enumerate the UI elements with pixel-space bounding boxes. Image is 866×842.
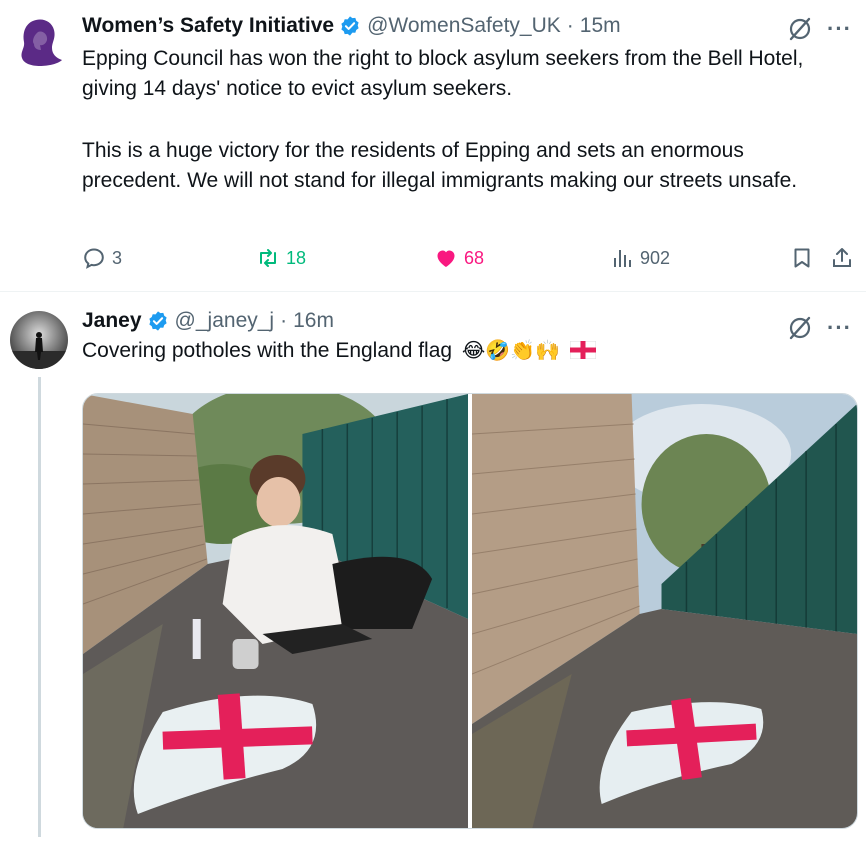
- tweet-janey[interactable]: Janey @_janey_j · 16m ··· Covering potho…: [0, 293, 866, 842]
- bookmark-icon: [794, 248, 810, 268]
- profile-photo-silhouette-icon: [10, 311, 68, 369]
- tweet-text: Covering potholes with the England flag …: [82, 335, 842, 366]
- views-count: 902: [640, 247, 671, 268]
- retweet-count: 18: [286, 247, 307, 268]
- heart-icon: [437, 250, 455, 267]
- handle[interactable]: @WomenSafety_UK: [367, 14, 561, 38]
- views-button[interactable]: 902: [610, 246, 670, 270]
- profile-woman-silhouette-icon: [12, 12, 70, 70]
- timestamp[interactable]: 16m: [293, 309, 334, 333]
- england-flag-icon: [569, 340, 597, 360]
- verified-badge-icon: [148, 311, 167, 331]
- tweet-text-paragraph-2: This is a huge victory for the residents…: [82, 139, 798, 192]
- thread-line: [38, 377, 41, 837]
- retweet-icon: [260, 249, 276, 267]
- alley-photo-1-image: [83, 394, 468, 828]
- action-bar: 3 18 68 902: [82, 246, 862, 274]
- alley-photo-2-image: [472, 394, 857, 828]
- like-count: 68: [464, 247, 485, 268]
- retweet-button[interactable]: 18: [256, 246, 306, 270]
- tweet-header: Women’s Safety Initiative @WomenSafety_U…: [82, 14, 621, 38]
- tweet-header: Janey @_janey_j · 16m: [82, 309, 334, 333]
- more-options-icon[interactable]: ···: [827, 18, 852, 40]
- display-name[interactable]: Janey: [82, 309, 142, 333]
- display-name[interactable]: Women’s Safety Initiative: [82, 14, 334, 38]
- avatar[interactable]: [10, 311, 68, 369]
- tweet-tools: ···: [787, 16, 852, 42]
- grok-icon[interactable]: [787, 16, 813, 42]
- bookmark-button[interactable]: [790, 246, 814, 270]
- separator-dot: ·: [566, 14, 574, 37]
- reply-icon: [84, 248, 104, 269]
- media-grid: [82, 393, 858, 829]
- photo-alley-flag[interactable]: [472, 394, 857, 828]
- tweet-text-content: Covering potholes with the England flag: [82, 339, 453, 362]
- photo-person-painting-flag[interactable]: [83, 394, 468, 828]
- reply-count: 3: [112, 247, 123, 268]
- handle[interactable]: @_janey_j: [175, 309, 275, 333]
- tweet-text-paragraph-1: Epping Council has won the right to bloc…: [82, 47, 804, 100]
- share-icon: [833, 248, 851, 267]
- avatar[interactable]: [12, 12, 70, 70]
- separator-dot: ·: [280, 309, 288, 332]
- reply-button[interactable]: 3: [82, 246, 122, 270]
- tweet-womens-safety[interactable]: Women’s Safety Initiative @WomenSafety_U…: [0, 0, 866, 292]
- verified-badge-icon: [341, 16, 359, 36]
- emoji-run: 😂🤣👏🙌: [461, 338, 560, 362]
- like-button[interactable]: 68: [434, 246, 484, 270]
- views-chart-icon: [614, 250, 631, 267]
- share-button[interactable]: [830, 246, 854, 270]
- timestamp[interactable]: 15m: [580, 14, 621, 38]
